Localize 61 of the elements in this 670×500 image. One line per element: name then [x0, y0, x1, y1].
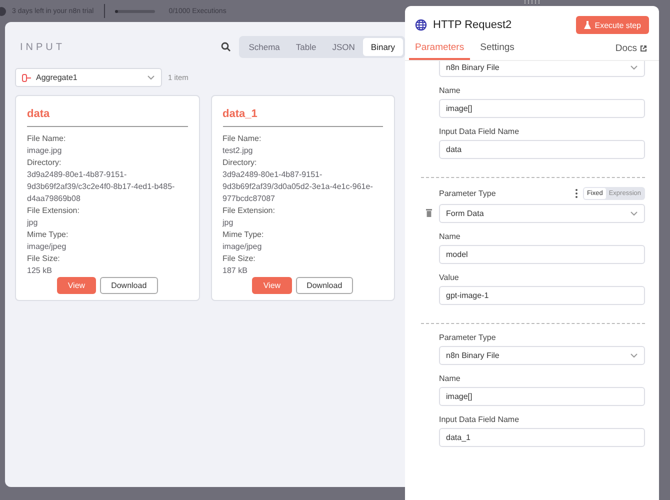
input-field[interactable]: image[] — [439, 387, 645, 406]
field-label: Directory: — [27, 157, 62, 169]
field-label: File Size: — [27, 253, 61, 265]
view-tab[interactable]: Schema — [240, 38, 288, 56]
view-tab[interactable]: JSON — [324, 38, 363, 56]
card-title: data — [27, 108, 188, 127]
view-tab[interactable]: Table — [288, 38, 324, 56]
node-icon — [22, 74, 32, 82]
download-button[interactable]: Download — [296, 277, 354, 294]
input-field[interactable]: model — [439, 245, 645, 264]
field-value: image.jpg — [27, 145, 63, 157]
view-tab[interactable]: Binary — [362, 38, 403, 56]
field-label: File Name: — [27, 133, 67, 145]
panel-tab[interactable]: Settings — [474, 38, 520, 60]
field-label: File Size: — [222, 253, 256, 265]
field-label: Directory: — [222, 157, 258, 169]
field-value: 3d9a2489-80e1-4b87-9151-9d3b69f2af39/3d0a05d2-3e1a-4e1c-961e-977bcdc87087 — [222, 169, 374, 205]
field-value: jpg — [27, 217, 39, 229]
card-title: data_1 — [222, 108, 383, 127]
field-label: Input Data Field Name — [439, 127, 520, 136]
drag-handle-icon[interactable] — [524, 0, 540, 4]
field-label: Mime Type: — [222, 229, 265, 241]
field-value: image/jpeg — [222, 241, 263, 253]
field-label: File Name: — [222, 133, 262, 145]
search-icon[interactable] — [220, 42, 231, 52]
field-value: image/jpeg — [27, 241, 68, 253]
field-label: Parameter Type — [439, 189, 497, 198]
field-value: 125 kB — [27, 265, 53, 277]
field-value: jpg — [222, 217, 234, 229]
node-select[interactable]: Aggregate1 — [15, 68, 162, 87]
field-label: File Extension: — [222, 205, 276, 217]
chevron-down-icon — [630, 65, 638, 70]
field-label: Value — [439, 273, 460, 282]
globe-icon — [415, 19, 427, 31]
flask-icon — [584, 21, 591, 29]
field-label: Name — [439, 232, 462, 241]
external-link-icon — [640, 45, 647, 52]
input-field[interactable]: data — [439, 140, 645, 159]
field-label: Name — [439, 86, 462, 95]
field-label: Input Data Field Name — [439, 415, 520, 424]
field-value: test2.jpg — [222, 145, 254, 157]
node-title: HTTP Request2 — [433, 19, 513, 31]
field-label: File Extension: — [27, 205, 80, 217]
input-field[interactable]: gpt-image-1 — [439, 286, 645, 305]
field-label: Mime Type: — [27, 229, 70, 241]
trash-icon[interactable] — [426, 209, 432, 217]
input-field[interactable]: data_1 — [439, 428, 645, 447]
download-button[interactable]: Download — [100, 277, 158, 294]
field-label: Parameter Type — [439, 333, 497, 342]
chevron-down-icon — [630, 211, 638, 216]
more-icon[interactable] — [574, 189, 578, 198]
chevron-down-icon — [147, 75, 155, 80]
select-field[interactable]: n8n Binary File — [439, 61, 645, 77]
docs-link[interactable]: Docs — [603, 39, 659, 60]
field-value: 187 kB — [222, 265, 248, 277]
select-field[interactable]: n8n Binary File — [439, 346, 645, 365]
field-value: 3d9a2489-80e1-4b87-9151-9d3b69f2af39/c3c2e4f0-8b17-4ed1-b485-d4aa79869b08 — [27, 169, 176, 205]
field-label: Name — [439, 374, 462, 383]
chevron-down-icon — [630, 353, 638, 358]
panel-title: INPUT — [19, 42, 66, 52]
input-field[interactable]: image[] — [439, 99, 645, 118]
